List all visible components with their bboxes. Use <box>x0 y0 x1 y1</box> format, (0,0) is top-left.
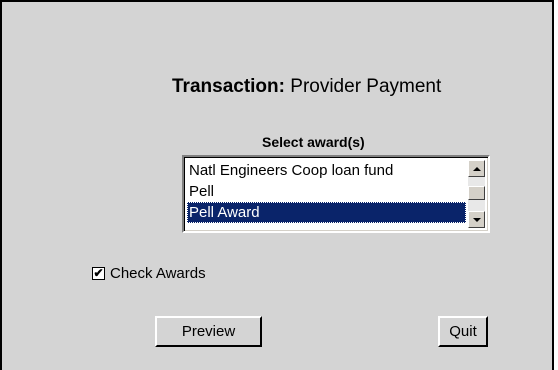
awards-scrollbar[interactable] <box>468 160 485 228</box>
scroll-up-button[interactable] <box>468 160 485 177</box>
transaction-panel: Transaction: Provider Payment Select awa… <box>0 0 554 370</box>
arrow-down-icon <box>472 217 481 222</box>
check-awards-checkbox[interactable]: ✔ <box>92 267 105 280</box>
scroll-thumb[interactable] <box>468 186 485 200</box>
arrow-up-icon <box>472 166 481 171</box>
award-option-pell-award[interactable]: Pell Award <box>187 202 466 223</box>
check-awards-label: Check Awards <box>110 265 206 282</box>
transaction-title: Transaction: Provider Payment <box>172 76 441 98</box>
transaction-label: Transaction: <box>172 76 285 97</box>
check-awards-row[interactable]: ✔ Check Awards <box>92 265 206 282</box>
scroll-down-button[interactable] <box>468 211 485 228</box>
preview-button[interactable]: Preview <box>155 316 262 347</box>
select-awards-heading: Select award(s) <box>262 134 365 150</box>
awards-list: Natl Engineers Coop loan fund Pell Pell … <box>187 160 466 223</box>
awards-listbox[interactable]: Natl Engineers Coop loan fund Pell Pell … <box>182 155 490 233</box>
transaction-value: Provider Payment <box>290 76 442 97</box>
award-option-pell[interactable]: Pell <box>187 181 466 202</box>
award-option-natl-engineers[interactable]: Natl Engineers Coop loan fund <box>187 160 466 181</box>
quit-button[interactable]: Quit <box>438 316 488 347</box>
